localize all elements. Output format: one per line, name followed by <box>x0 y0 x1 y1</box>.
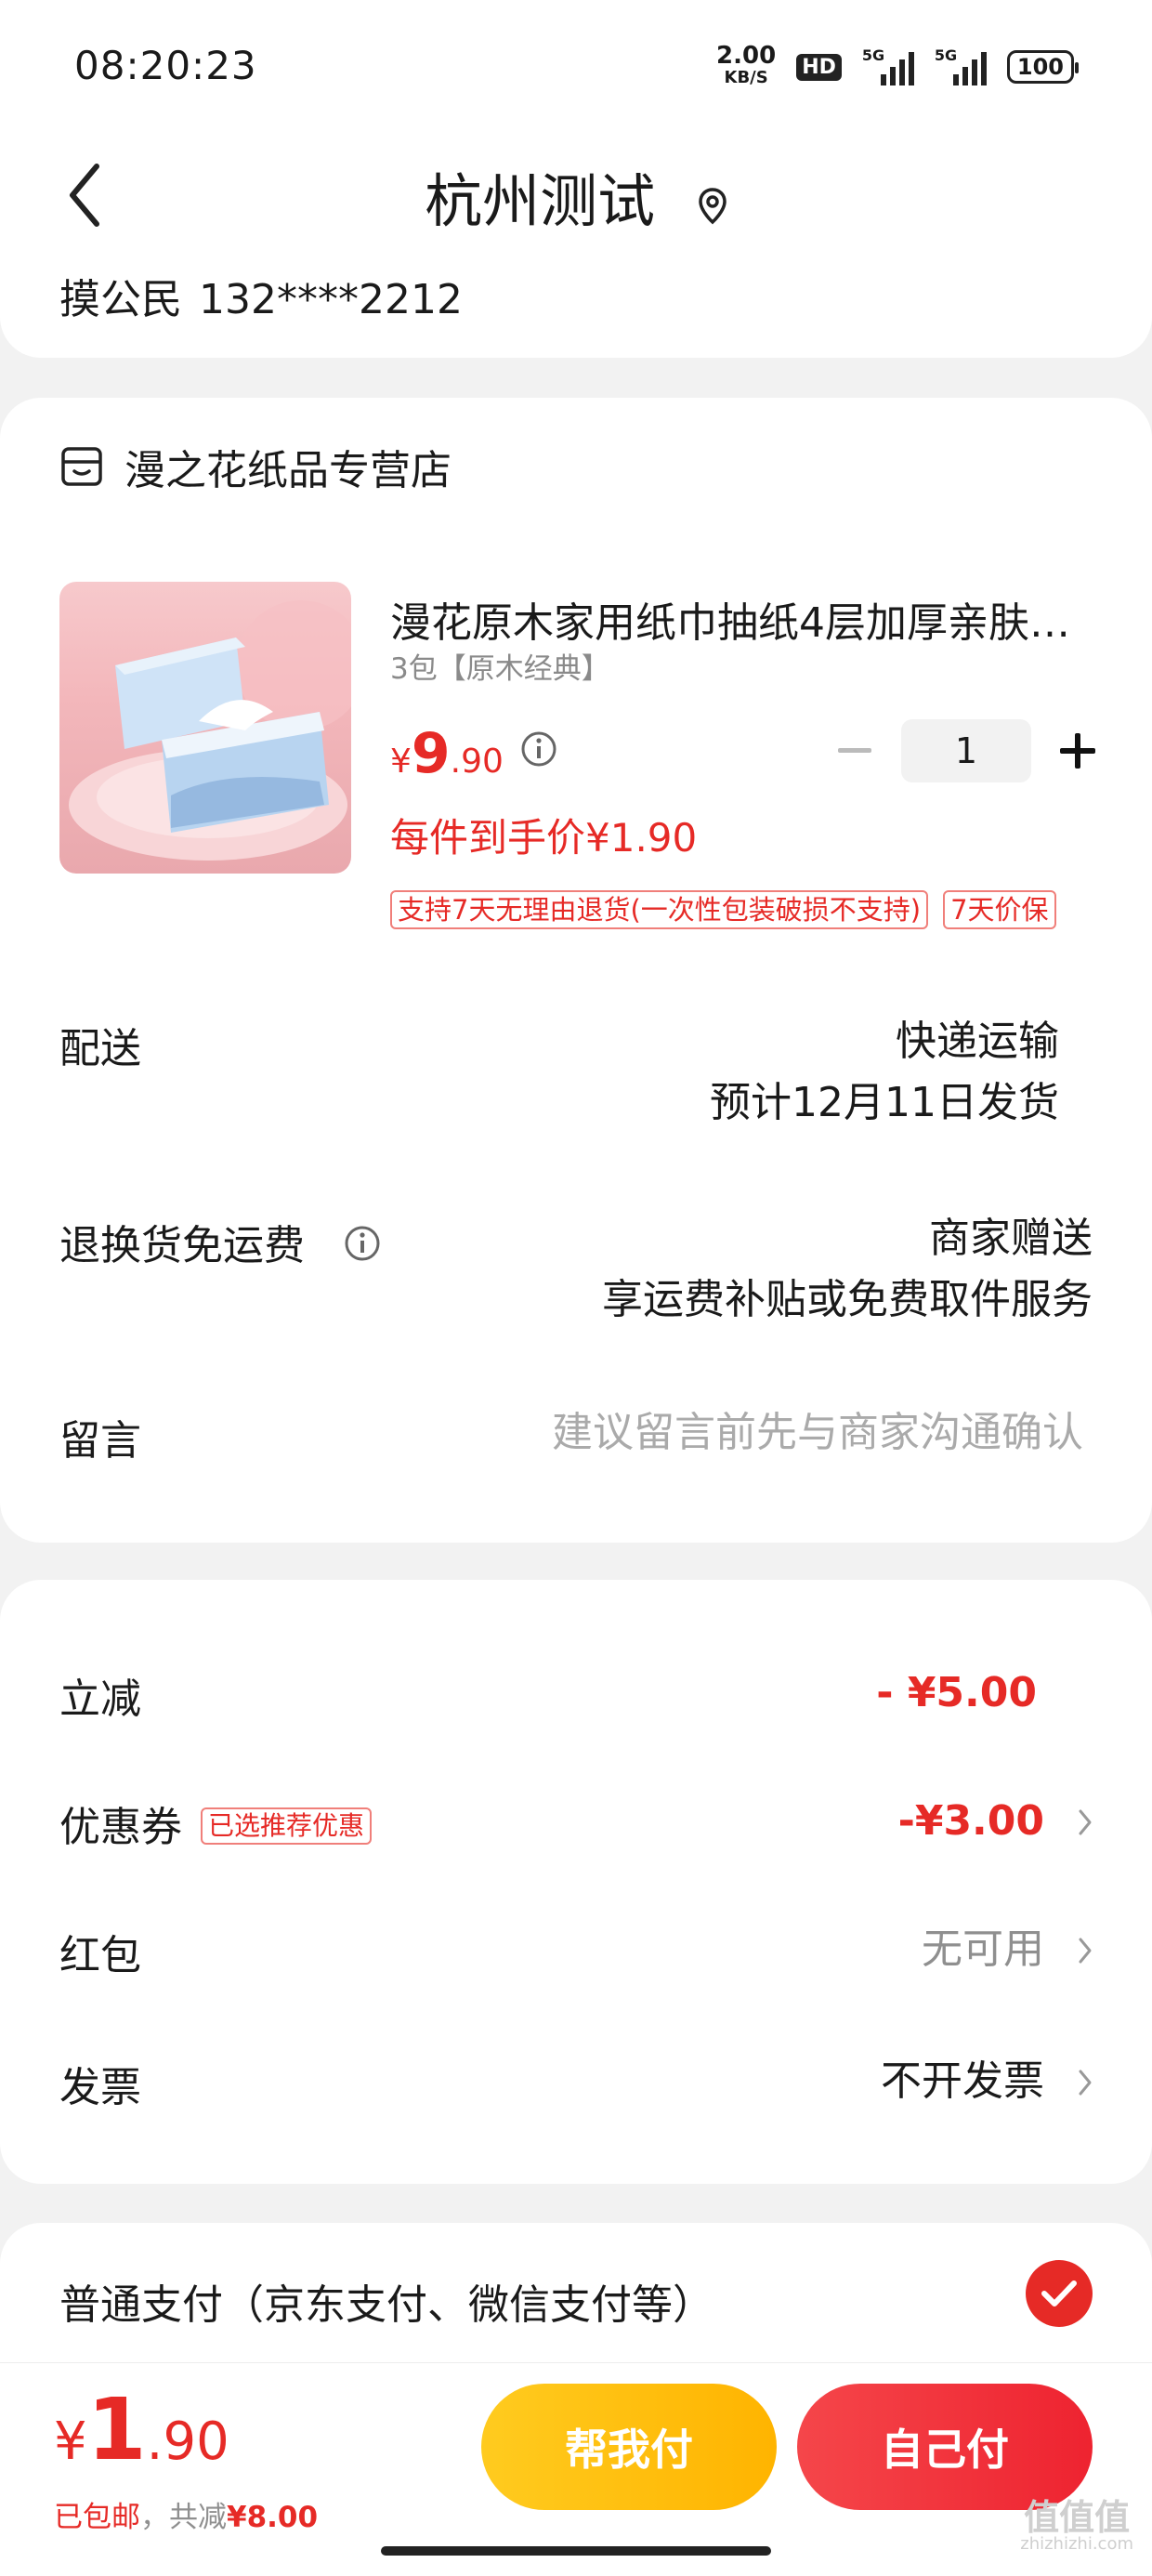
coupon-label-group: 优惠券 已选推荐优惠 <box>59 1794 373 1853</box>
price-currency: ¥ <box>390 743 412 781</box>
decrease-button[interactable] <box>827 723 883 779</box>
message-input[interactable]: 建议留言前先与商家沟通确认 <box>552 1407 1083 1459</box>
address-title[interactable]: 杭州测试 <box>0 154 1152 239</box>
message-row: 留言 建议留言前先与商家沟通确认 <box>59 1407 1093 1481</box>
address-city: 杭州测试 <box>425 167 656 235</box>
red-packet-value: 无可用 <box>922 1925 1044 1973</box>
checkout-bar: ¥ 1 .90 已包邮，共减¥8.00 帮我付 自己付 <box>0 2362 1152 2576</box>
red-packet-label: 红包 <box>59 1932 141 1979</box>
delivery-eta: 预计12月11日发货 <box>710 1079 1059 1126</box>
total-integer: 1 <box>86 2380 147 2479</box>
total-note: 已包邮，共减¥8.00 <box>54 2493 318 2535</box>
return-shipping-row[interactable]: 退换货免运费 商家赠送 享运费补贴或免费取件服务 <box>59 1208 1093 1338</box>
instant-discount-row: 立减 - ¥5.00 <box>59 1665 1093 1730</box>
coupon-recommend-tag: 已选推荐优惠 <box>201 1807 373 1845</box>
signal-icon: 5G <box>862 46 914 85</box>
chevron-right-icon <box>1078 1795 1093 1851</box>
free-shipping-text: 已包邮 <box>54 2501 140 2534</box>
separator: ， <box>140 2501 169 2534</box>
product-image[interactable] <box>59 582 351 874</box>
delivery-label: 配送 <box>59 1025 141 1072</box>
network-speed: 2.00 KB/S <box>716 42 777 89</box>
shop-name: 漫之花纸品专营店 <box>124 447 452 494</box>
self-pay-button[interactable]: 自己付 <box>797 2384 1093 2510</box>
shop-row[interactable]: 漫之花纸品专营店 <box>59 437 452 496</box>
quantity-value[interactable]: 1 <box>901 719 1031 782</box>
total-decimal: .90 <box>146 2412 229 2472</box>
product-title[interactable]: 漫花原木家用纸巾抽纸4层加厚亲肤… <box>390 589 1096 649</box>
plus-icon <box>1060 733 1095 769</box>
location-pin-icon <box>698 171 727 239</box>
recipient-phone: 132****2212 <box>199 276 463 323</box>
price-info-icon[interactable] <box>520 730 557 771</box>
address-contact: 摸公民 132****2212 <box>59 266 463 325</box>
price-protect-tag[interactable]: 7天价保 <box>943 890 1056 929</box>
order-card: 漫之花纸品专营店 漫花原木家用纸巾抽纸4层加厚亲肤… 3包【原木经典】 ¥ 9 … <box>0 398 1152 1543</box>
coupon-row[interactable]: 优惠券 已选推荐优惠 -¥3.00 <box>59 1794 1093 1859</box>
minus-icon <box>838 748 871 753</box>
help-pay-button[interactable]: 帮我付 <box>481 2384 777 2510</box>
watermark-sub: zhizhizhi.com <box>1020 2534 1133 2554</box>
message-label: 留言 <box>59 1417 141 1465</box>
battery-icon: 100 <box>1006 50 1080 84</box>
signal-icon-2: 5G <box>935 46 987 85</box>
status-icons: 2.00 KB/S HD 5G 5G 100 <box>716 42 1080 89</box>
network-speed-value: 2.00 <box>716 42 777 70</box>
instant-discount-label: 立减 <box>59 1676 141 1723</box>
network-speed-unit: KB/S <box>724 68 768 87</box>
red-packet-row[interactable]: 红包 无可用 <box>59 1922 1093 1987</box>
product-spec[interactable]: 3包【原木经典】 <box>390 645 610 687</box>
return-shipping-info-icon[interactable] <box>344 1225 381 1272</box>
instant-discount-value: - ¥5.00 <box>876 1669 1037 1716</box>
invoice-row[interactable]: 发票 不开发票 <box>59 2054 1093 2119</box>
saved-value: ¥8.00 <box>227 2501 319 2534</box>
delivery-row[interactable]: 配送 快递运输 预计12月11日发货 <box>59 1011 1093 1141</box>
delivery-method: 快递运输 <box>896 1018 1059 1065</box>
invoice-label: 发票 <box>59 2064 141 2111</box>
chevron-right-icon <box>1078 1924 1093 1979</box>
total-price: ¥ 1 .90 <box>54 2380 229 2479</box>
return-shipping-label: 退换货免运费 <box>59 1212 381 1272</box>
recipient-name: 摸公民 <box>59 276 182 323</box>
status-time: 08:20:23 <box>74 43 257 88</box>
return-shipping-desc: 享运费补贴或免费取件服务 <box>602 1276 1093 1323</box>
payment-selected-check[interactable] <box>1026 2260 1093 2327</box>
address-header[interactable]: 杭州测试 摸公民 132****2212 <box>0 130 1152 358</box>
price-decimal: .90 <box>450 743 504 781</box>
chevron-right-icon <box>1078 2056 1093 2111</box>
product-price: ¥ 9 .90 <box>390 721 504 786</box>
hd-voice-icon: HD <box>796 53 842 81</box>
return-policy-tag[interactable]: 支持7天无理由退货(一次性包装破损不支持) <box>390 890 929 929</box>
payment-method[interactable]: 普通支付（京东支付、微信支付等） <box>59 2271 713 2331</box>
return-shipping-value: 商家赠送 <box>929 1215 1093 1262</box>
saved-label: 共减 <box>169 2501 227 2534</box>
coupon-value: -¥3.00 <box>897 1797 1044 1845</box>
quantity-stepper: 1 <box>827 719 1106 782</box>
unit-price: 每件到手价¥1.90 <box>390 815 698 861</box>
discount-card: 立减 - ¥5.00 优惠券 已选推荐优惠 -¥3.00 红包 无可用 发票 不开… <box>0 1580 1152 2184</box>
return-shipping-text: 退换货免运费 <box>59 1222 305 1269</box>
service-tags: 支持7天无理由退货(一次性包装破损不支持) 7天价保 <box>390 890 1056 929</box>
coupon-label: 优惠券 <box>59 1804 182 1851</box>
home-indicator[interactable] <box>381 2546 771 2556</box>
checkmark-icon <box>1041 2280 1077 2307</box>
invoice-value: 不开发票 <box>881 2057 1044 2105</box>
total-currency: ¥ <box>54 2412 87 2472</box>
watermark: 值值值 zhizhizhi.com <box>1020 2500 1133 2554</box>
price-integer: 9 <box>411 721 451 786</box>
store-icon <box>61 447 102 486</box>
status-bar: 08:20:23 2.00 KB/S HD 5G 5G 100 <box>0 0 1152 130</box>
watermark-main: 值值值 <box>1024 2497 1131 2538</box>
increase-button[interactable] <box>1050 723 1106 779</box>
